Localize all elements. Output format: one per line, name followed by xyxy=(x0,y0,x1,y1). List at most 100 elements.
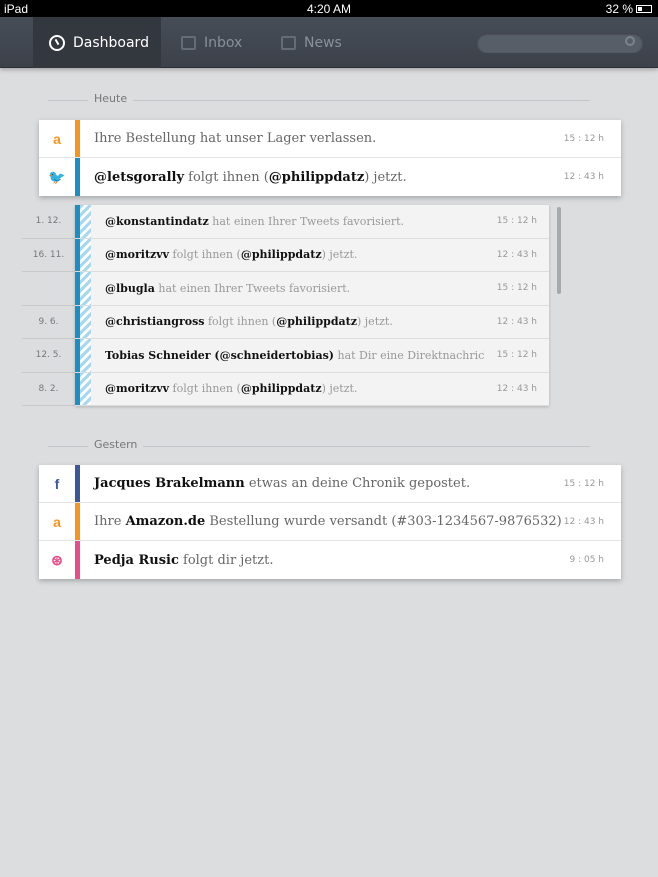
news-icon xyxy=(281,35,296,50)
history-row[interactable]: @moritzvv folgt ihnen (@philippdatz) jet… xyxy=(75,238,549,272)
stripe-pattern xyxy=(80,238,91,271)
text-segment: ) jetzt. xyxy=(356,315,393,329)
notification-text: @christiangross folgt ihnen (@philippdat… xyxy=(105,315,393,328)
notification-text: @letsgorally folgt ihnen (@philippdatz) … xyxy=(94,170,407,185)
accent-bar xyxy=(75,120,80,157)
notification-row[interactable]: 🐦 @letsgorally folgt ihnen (@philippdatz… xyxy=(39,158,621,196)
text-segment: Tobias Schneider (@schneidertobias) xyxy=(105,348,334,362)
notification-text: Jacques Brakelmann etwas an deine Chroni… xyxy=(94,476,470,491)
accent-bar xyxy=(75,541,80,579)
yesterday-list: f Jacques Brakelmann etwas an deine Chro… xyxy=(39,465,621,579)
timestamp: 12 : 43 h xyxy=(563,516,604,527)
text-segment: @philippdatz xyxy=(240,382,322,396)
timestamp: 15 : 12 h xyxy=(563,478,604,489)
section-gestern: Gestern xyxy=(48,438,590,451)
battery-icon xyxy=(636,5,652,13)
accent-bar xyxy=(75,503,80,540)
timestamp: 15 : 12 h xyxy=(496,350,537,361)
text-segment: folgt ihnen ( xyxy=(169,248,241,262)
text-segment: hat einen Ihrer Tweets favorisiert. xyxy=(154,281,351,295)
history-row[interactable]: @christiangross folgt ihnen (@philippdat… xyxy=(75,305,549,339)
text-segment: @moritzvv xyxy=(105,382,170,396)
date-label: 9. 6. xyxy=(22,306,75,339)
section-heute: Heute xyxy=(48,92,590,105)
text-segment: hat Dir eine Direktnachricht auf xyxy=(337,348,485,362)
text-segment: Ihre xyxy=(94,514,126,529)
search-icon[interactable] xyxy=(625,36,635,46)
section-label: Gestern xyxy=(88,438,144,451)
timestamp: 12 : 43 h xyxy=(496,249,537,260)
date-label xyxy=(22,272,75,306)
history-row[interactable]: @konstantindatz hat einen Ihrer Tweets f… xyxy=(75,205,549,239)
text-segment: Jacques Brakelmann xyxy=(94,476,245,491)
notification-text: @moritzvv folgt ihnen (@philippdatz) jet… xyxy=(105,382,357,395)
text-segment: ) jetzt. xyxy=(321,382,358,396)
text-segment: ) jetzt. xyxy=(364,169,407,185)
stripe-pattern xyxy=(80,339,91,372)
notification-text: @moritzvv folgt ihnen (@philippdatz) jet… xyxy=(105,248,357,261)
text-segment: @moritzvv xyxy=(105,248,170,262)
notification-row[interactable]: a Ihre Bestellung hat unser Lager verlas… xyxy=(39,120,621,158)
text-segment: @lbugla xyxy=(105,281,155,295)
search-input[interactable] xyxy=(477,33,643,53)
twitter-icon: 🐦 xyxy=(48,168,66,185)
timestamp: 15 : 12 h xyxy=(496,283,537,294)
accent-bar xyxy=(75,465,80,502)
timestamp: 12 : 43 h xyxy=(496,316,537,327)
stripe-pattern xyxy=(80,372,91,405)
dribbble-icon: ⊛ xyxy=(51,551,63,568)
amazon-icon: a xyxy=(53,130,61,147)
top-nav: Dashboard Inbox News xyxy=(0,17,658,68)
scrollbar[interactable] xyxy=(557,207,561,294)
accent-bar xyxy=(75,158,80,196)
text-segment: Ihre Bestellung hat unser Lager verlasse… xyxy=(94,131,377,146)
text-segment: @letsgorally xyxy=(94,169,184,185)
notification-text: @konstantindatz hat einen Ihrer Tweets f… xyxy=(105,215,404,228)
notification-row[interactable]: a Ihre Amazon.de Bestellung wurde versan… xyxy=(39,503,621,541)
today-list: a Ihre Bestellung hat unser Lager verlas… xyxy=(39,120,621,196)
text-segment: @philippdatz xyxy=(240,248,322,262)
battery-percent: 32 % xyxy=(605,2,633,16)
notification-text: @lbugla hat einen Ihrer Tweets favorisie… xyxy=(105,282,350,295)
timestamp: 15 : 12 h xyxy=(563,133,604,144)
notification-text: Ihre Amazon.de Bestellung wurde versandt… xyxy=(94,514,562,529)
text-segment: @christiangross xyxy=(105,315,205,329)
text-segment: @philippdatz xyxy=(268,169,365,185)
text-segment: folgt dir jetzt. xyxy=(178,552,274,568)
status-bar: iPad 4:20 AM 32 % xyxy=(0,0,658,17)
notification-row[interactable]: ⊛ Pedja Rusic folgt dir jetzt. 9 : 05 h xyxy=(39,541,621,579)
date-label: 16. 11. xyxy=(22,239,75,272)
text-segment: hat einen Ihrer Tweets favorisiert. xyxy=(208,214,405,228)
timestamp: 12 : 43 h xyxy=(496,383,537,394)
stripe-pattern xyxy=(80,272,91,305)
date-label: 8. 2. xyxy=(22,373,75,406)
notification-row[interactable]: f Jacques Brakelmann etwas an deine Chro… xyxy=(39,465,621,503)
text-segment: ) jetzt. xyxy=(321,248,358,262)
tab-news[interactable]: News xyxy=(265,17,342,68)
clock: 4:20 AM xyxy=(306,2,352,16)
amazon-icon: a xyxy=(53,513,61,530)
stripe-pattern xyxy=(80,205,91,238)
date-column: 1. 12. 16. 11. 9. 6. 12. 5. 8. 2. xyxy=(22,205,75,406)
dashboard-icon xyxy=(49,34,65,51)
text-segment: (#303-1234567-9876532) xyxy=(391,514,562,529)
section-label: Heute xyxy=(88,92,134,105)
timestamp: 9 : 05 h xyxy=(569,555,605,565)
tab-label: Inbox xyxy=(204,34,243,51)
history-row[interactable]: Tobias Schneider (@schneidertobias) hat … xyxy=(75,339,549,373)
facebook-icon: f xyxy=(54,475,60,492)
tab-label: Dashboard xyxy=(73,34,149,51)
text-segment: Bestellung wurde versandt xyxy=(205,514,392,529)
text-segment: @konstantindatz xyxy=(105,214,209,228)
text-segment: @philippdatz xyxy=(276,315,357,329)
date-label: 12. 5. xyxy=(22,339,75,373)
twitter-history-list: @konstantindatz hat einen Ihrer Tweets f… xyxy=(75,205,549,406)
inbox-icon xyxy=(181,35,196,50)
history-row[interactable]: @moritzvv folgt ihnen (@philippdatz) jet… xyxy=(75,372,549,406)
date-label: 1. 12. xyxy=(22,205,75,239)
tab-inbox[interactable]: Inbox xyxy=(165,17,242,68)
text-segment: Pedja Rusic xyxy=(94,552,179,568)
tab-dashboard[interactable]: Dashboard xyxy=(33,17,161,68)
timestamp: 15 : 12 h xyxy=(496,216,537,227)
history-row[interactable]: @lbugla hat einen Ihrer Tweets favorisie… xyxy=(75,272,549,306)
